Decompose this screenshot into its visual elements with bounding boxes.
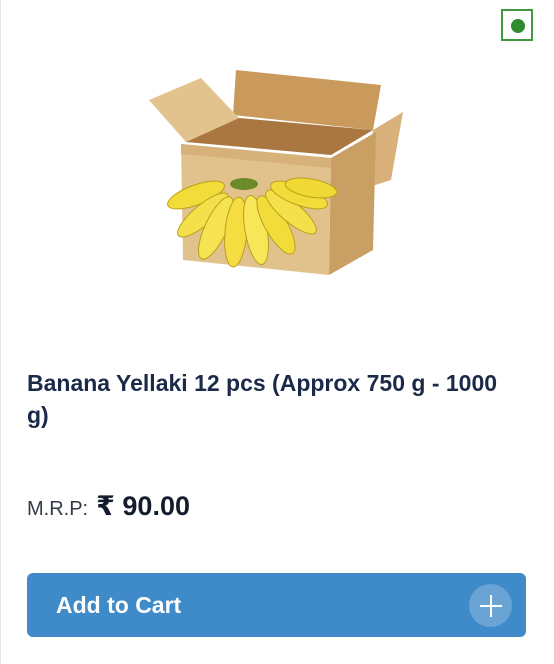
add-to-cart-button[interactable]: Add to Cart: [27, 573, 526, 637]
price-value: ₹ 90.00: [96, 491, 190, 521]
price-row: M.R.P: ₹ 90.00: [27, 491, 190, 522]
mrp-label: M.R.P:: [27, 498, 89, 520]
plus-icon[interactable]: [469, 584, 512, 627]
product-card[interactable]: Banana Yellaki 12 pcs (Approx 750 g - 10…: [0, 0, 554, 664]
add-to-cart-label: Add to Cart: [56, 592, 182, 618]
product-title[interactable]: Banana Yellaki 12 pcs (Approx 750 g - 10…: [27, 367, 507, 431]
veg-indicator-icon: [501, 9, 533, 41]
product-image[interactable]: [141, 60, 416, 290]
banana-box-image: [149, 70, 403, 275]
veg-dot-icon: [511, 19, 525, 33]
